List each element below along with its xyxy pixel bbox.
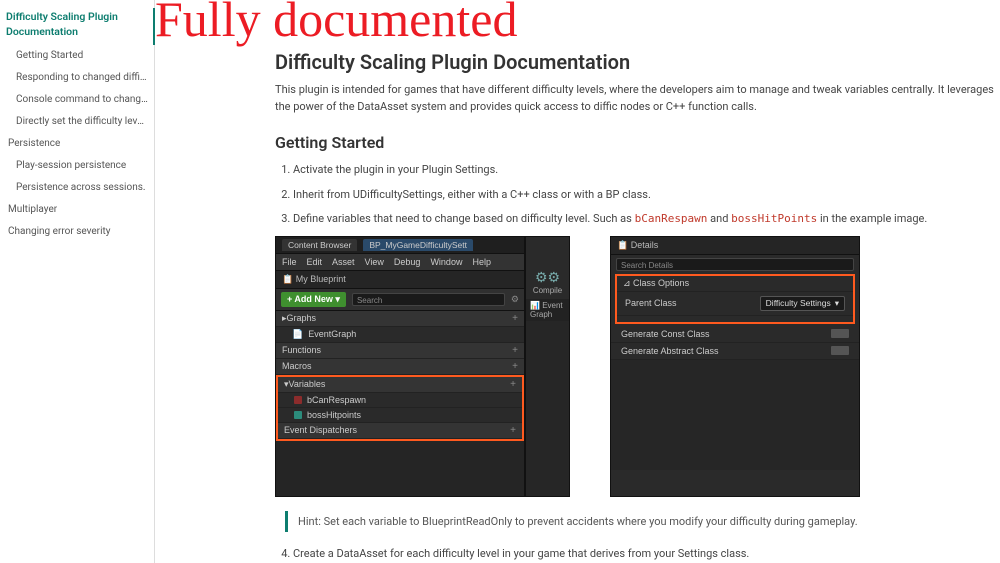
- cat-functions[interactable]: Functions+: [276, 343, 524, 359]
- code-bcanrespawn: bCanRespawn: [635, 212, 708, 225]
- menubar: File Edit Asset View Debug Window Help: [276, 254, 524, 271]
- var-bcanrespawn[interactable]: bCanRespawn: [278, 393, 522, 408]
- sidebar-title[interactable]: Difficulty Scaling Plugin Documentation: [6, 8, 155, 45]
- tab-blueprint[interactable]: BP_MyGameDifficultySett: [363, 239, 473, 251]
- sidebar-item-play-session[interactable]: Play-session persistence: [6, 155, 148, 177]
- hint-block: Hint: Set each variable to BlueprintRead…: [285, 511, 1000, 532]
- sidebar-item-directly-set[interactable]: Directly set the difficulty level withou…: [6, 111, 148, 133]
- search-input[interactable]: Search: [352, 293, 505, 306]
- checkbox-const[interactable]: [831, 329, 849, 338]
- menu-debug[interactable]: Debug: [394, 257, 421, 267]
- highlight-class-options: ⊿ Class Options Parent Class Difficulty …: [615, 274, 855, 324]
- page-title: Difficulty Scaling Plugin Documentation: [275, 50, 1000, 74]
- main-content: Fully documented Difficulty Scaling Plug…: [155, 0, 1000, 563]
- parent-class-dropdown[interactable]: Difficulty Settings▾: [760, 296, 845, 311]
- menu-view[interactable]: View: [365, 257, 384, 267]
- overlay-caption: Fully documented: [155, 0, 517, 48]
- section-getting-started: Getting Started: [275, 133, 1000, 152]
- sidebar-item-persistence[interactable]: Persistence: [6, 133, 148, 155]
- menu-edit[interactable]: Edit: [307, 257, 323, 267]
- code-bosshitpoints: bossHitPoints: [731, 212, 817, 225]
- settings-icon[interactable]: ⚙: [511, 294, 519, 305]
- row-eventgraph[interactable]: 📄EventGraph: [276, 327, 524, 343]
- int-icon: [294, 411, 302, 419]
- cat-event-dispatchers[interactable]: Event Dispatchers+: [278, 423, 522, 439]
- sidebar-nav: Difficulty Scaling Plugin Documentation …: [0, 0, 155, 563]
- add-new-button[interactable]: + Add New ▾: [281, 292, 346, 307]
- step-2: Inherit from UDifficultySettings, either…: [293, 187, 1000, 204]
- search-details-input[interactable]: Search Details: [616, 258, 854, 271]
- steps-list: Activate the plugin in your Plugin Setti…: [293, 162, 1000, 228]
- menu-file[interactable]: File: [282, 257, 297, 267]
- highlight-variables: ▾Variables+ bCanRespawn bossHitpoints Ev…: [276, 375, 524, 441]
- row-parent-class: Parent Class Difficulty Settings▾: [617, 292, 853, 316]
- tab-content-browser[interactable]: Content Browser: [282, 239, 357, 251]
- menu-asset[interactable]: Asset: [332, 257, 355, 267]
- cat-graphs[interactable]: ▸Graphs+: [276, 311, 524, 327]
- row-gen-abstract: Generate Abstract Class: [611, 343, 859, 360]
- sidebar-item-multiplayer[interactable]: Multiplayer: [6, 199, 148, 221]
- menu-window[interactable]: Window: [430, 257, 462, 267]
- sidebar-item-responding[interactable]: Responding to changed difficulty: [6, 67, 148, 89]
- compile-button[interactable]: Compile: [530, 286, 565, 295]
- sidebar-item-console-command[interactable]: Console command to change difficulty: [6, 89, 148, 111]
- menu-help[interactable]: Help: [472, 257, 491, 267]
- cat-macros[interactable]: Macros+: [276, 359, 524, 375]
- sidebar-item-persistence-across[interactable]: Persistence across sessions.: [6, 177, 148, 199]
- gear-icon[interactable]: ⚙⚙: [530, 269, 565, 286]
- step-1: Activate the plugin in your Plugin Setti…: [293, 162, 1000, 179]
- bool-icon: [294, 396, 302, 404]
- intro-paragraph: This plugin is intended for games that h…: [275, 82, 995, 115]
- var-bosshitpoints[interactable]: bossHitpoints: [278, 408, 522, 423]
- panel-my-blueprint: 📋 My Blueprint: [276, 271, 524, 289]
- chevron-down-icon: ▾: [835, 298, 839, 309]
- sidebar-item-error-severity[interactable]: Changing error severity: [6, 221, 148, 243]
- panel-details: 📋 Details: [611, 237, 859, 255]
- row-gen-const: Generate Const Class: [611, 326, 859, 343]
- steps-list-2: Create a DataAsset for each difficulty l…: [293, 546, 1000, 563]
- step-3: Define variables that need to change bas…: [293, 211, 1000, 228]
- event-graph-tab[interactable]: 📊 Event Graph: [526, 299, 569, 321]
- checkbox-abstract[interactable]: [831, 346, 849, 355]
- editor-tabs: Content Browser BP_MyGameDifficultySett: [276, 237, 524, 254]
- cat-variables[interactable]: ▾Variables+: [278, 377, 522, 393]
- step-4: Create a DataAsset for each difficulty l…: [293, 546, 1000, 563]
- figure-blueprint-editor: Content Browser BP_MyGameDifficultySett …: [275, 236, 1000, 497]
- sidebar-item-getting-started[interactable]: Getting Started: [6, 45, 148, 67]
- cat-class-options[interactable]: ⊿ Class Options: [617, 276, 853, 292]
